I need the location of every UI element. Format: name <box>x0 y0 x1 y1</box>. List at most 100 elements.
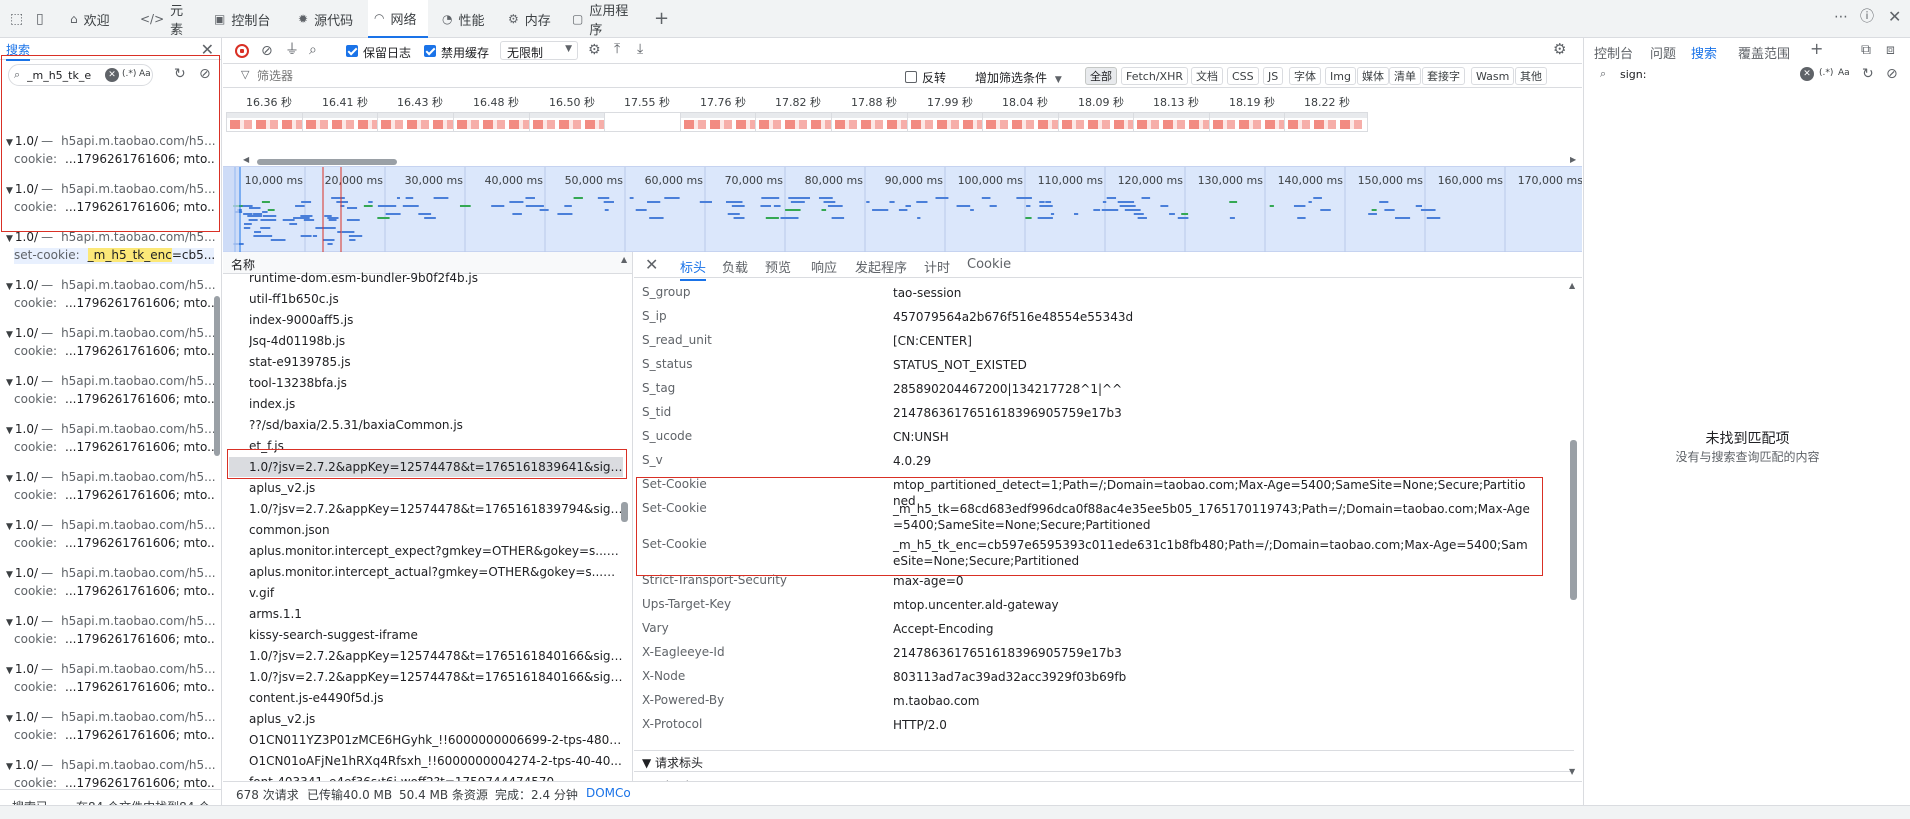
disable-cache-checkbox[interactable] <box>424 44 436 58</box>
preserve-log-checkbox[interactable] <box>346 44 358 58</box>
request-row[interactable]: aplus.monitor.intercept_expect?gmkey=OTH… <box>249 541 623 561</box>
search-result-file[interactable]: ▼1.0/— h5api.m.taobao.com/h5... <box>6 182 216 198</box>
filmstrip-scroll-thumb[interactable] <box>257 159 397 165</box>
type-filter-10[interactable]: Wasm <box>1471 67 1515 85</box>
type-filter-1[interactable]: Fetch/XHR <box>1121 67 1188 85</box>
request-row[interactable]: O1CN01oAFjNe1hRXq4Rfsxh_!!6000000004274-… <box>249 751 623 771</box>
type-filter-7[interactable]: 媒体 <box>1357 67 1389 85</box>
type-filter-3[interactable]: CSS <box>1227 67 1259 85</box>
filmstrip-thumbnail[interactable] <box>831 112 915 132</box>
request-row[interactable]: aplus.monitor.intercept_actual?gmkey=OTH… <box>249 562 623 582</box>
more-filters-dropdown[interactable]: 增加筛选条件 ▼ <box>975 69 1062 86</box>
filmstrip-scrollbar[interactable]: ◀ ▶ <box>243 156 1583 166</box>
close-detail-icon[interactable]: ✕ <box>645 255 658 274</box>
expand-triangle-icon[interactable]: ▼ <box>6 762 13 772</box>
inspect-element-icon[interactable]: ⬚ <box>10 12 23 26</box>
tab-6[interactable]: ⚙ 内存 <box>502 0 558 38</box>
invert-checkbox[interactable] <box>905 70 917 84</box>
filmstrip-thumbnail[interactable] <box>1209 112 1293 132</box>
detail-tab-5[interactable]: 计时 <box>924 257 950 276</box>
scroll-down-icon[interactable]: ▼ <box>1569 768 1575 776</box>
search-result-file[interactable]: ▼1.0/— h5api.m.taobao.com/h5... <box>6 614 216 630</box>
expand-triangle-icon[interactable]: ▼ <box>6 666 13 676</box>
expand-triangle-icon[interactable]: ▼ <box>6 474 13 484</box>
scroll-up-icon[interactable]: ▲ <box>621 256 627 264</box>
expand-triangle-icon[interactable]: ▼ <box>6 378 13 388</box>
search-result-match[interactable]: cookie: ...1796261761606; mto... <box>14 392 214 408</box>
filmstrip-thumbnail[interactable] <box>755 112 839 132</box>
expand-triangle-icon[interactable]: ▼ <box>6 426 13 436</box>
expand-triangle-icon[interactable]: ▼ <box>6 282 13 292</box>
expand-triangle-icon[interactable]: ▼ <box>6 714 13 724</box>
tab-3[interactable]: ✹ 源代码 <box>292 0 362 38</box>
search-results-scrollbar[interactable] <box>214 296 220 456</box>
dock-side-icon[interactable]: ⧉ <box>1861 43 1871 57</box>
filmstrip-thumbnail[interactable] <box>226 112 310 132</box>
tab-0[interactable]: ⌂ 欢迎 <box>64 0 124 38</box>
search-result-match[interactable]: cookie: ...1796261761606; mto... <box>14 440 214 456</box>
type-filter-9[interactable]: 套接字 <box>1422 67 1465 85</box>
detail-tab-4[interactable]: 发起程序 <box>855 257 907 276</box>
device-toolbar-icon[interactable]: ▯ <box>36 12 44 26</box>
close-icon[interactable]: ✕ <box>201 40 214 59</box>
type-filter-4[interactable]: JS <box>1263 67 1284 85</box>
clear-log-icon[interactable]: ⊘ <box>261 44 273 58</box>
expand-triangle-icon[interactable]: ▼ <box>6 570 13 580</box>
tab-5[interactable]: ◔ 性能 <box>436 0 494 38</box>
request-row[interactable]: content.js-e4490f5d.js <box>249 688 623 708</box>
search-result-match-selected[interactable]: set-cookie: _m_h5_tk_enc=cb5... <box>14 248 214 264</box>
search-result-file[interactable]: ▼1.0/— h5api.m.taobao.com/h5... <box>6 662 216 678</box>
search-result-match[interactable]: cookie: ...1796261761606; mto... <box>14 344 214 360</box>
expand-triangle-icon[interactable]: ▼ <box>6 618 13 628</box>
refresh-icon[interactable]: ↻ <box>174 67 186 81</box>
import-har-icon[interactable]: ⤒ <box>614 42 620 56</box>
refresh-icon[interactable]: ↻ <box>1862 67 1874 81</box>
record-button[interactable] <box>235 44 249 58</box>
drawer-tab-0[interactable]: 控制台 <box>1594 43 1633 62</box>
expand-triangle-icon[interactable]: ▼ <box>6 138 13 148</box>
search-result-file[interactable]: ▼1.0/— h5api.m.taobao.com/h5... <box>6 470 216 486</box>
clear-search-icon[interactable]: ✕ <box>105 68 119 82</box>
search-result-match[interactable]: cookie: ...1796261761606; mto... <box>14 584 214 600</box>
tab-2[interactable]: ▣ 控制台 <box>208 0 282 38</box>
request-row[interactable]: aplus_v2.js <box>249 478 623 498</box>
type-filter-5[interactable]: 字体 <box>1289 67 1321 85</box>
search-result-file[interactable]: ▼1.0/— h5api.m.taobao.com/h5... <box>6 230 216 246</box>
filmstrip-thumbnail[interactable] <box>1284 112 1368 132</box>
search-result-match[interactable]: cookie: ...1796261761606; mto... <box>14 680 214 696</box>
request-row[interactable]: common.json <box>249 520 623 540</box>
drawer-tab-2[interactable]: 搜索 <box>1691 43 1717 62</box>
match-case-toggle[interactable]: Aa <box>139 69 151 79</box>
type-filter-11[interactable]: 其他 <box>1515 67 1547 85</box>
request-row[interactable]: 1.0/?jsv=2.7.2&appKey=12574478&t=1765161… <box>249 499 623 519</box>
filmstrip-thumbnail[interactable] <box>302 112 386 132</box>
detail-tab-3[interactable]: 响应 <box>811 257 837 276</box>
filmstrip-thumbnail[interactable] <box>529 112 613 132</box>
request-row[interactable]: index.js <box>249 394 623 414</box>
search-result-match[interactable]: cookie: ...1796261761606; mto... <box>14 536 214 552</box>
search-input[interactable] <box>27 68 97 83</box>
request-row[interactable]: util-ff1b650c.js <box>249 289 623 309</box>
close-devtools-icon[interactable]: ✕ <box>1888 9 1901 25</box>
search-result-file[interactable]: ▼1.0/— h5api.m.taobao.com/h5... <box>6 566 216 582</box>
regex-toggle[interactable]: (.*) <box>1819 68 1833 78</box>
drawer-tab-3[interactable]: 覆盖范围 <box>1738 43 1790 62</box>
overview-range-handle[interactable] <box>223 167 239 253</box>
detail-tab-6[interactable]: Cookie <box>967 257 1011 272</box>
filmstrip-thumbnail[interactable] <box>604 112 688 132</box>
request-row[interactable]: arms.1.1 <box>249 604 623 624</box>
tab-4[interactable]: ◠ 网络 <box>368 0 428 38</box>
search-icon[interactable]: ⌕ <box>309 43 317 57</box>
request-row[interactable]: font-403341_e4ef36s:t6i.woff2?t=17597444… <box>249 772 623 781</box>
search-result-file[interactable]: ▼1.0/— h5api.m.taobao.com/h5... <box>6 710 216 726</box>
search-result-file[interactable]: ▼1.0/— h5api.m.taobao.com/h5... <box>6 326 216 342</box>
drawer-close-icon[interactable]: ⧈ <box>1886 43 1895 57</box>
search-result-match[interactable]: cookie: ...1796261761606; mto... <box>14 296 214 312</box>
filmstrip-thumbnail[interactable] <box>453 112 537 132</box>
throttle-select[interactable]: 无限制 ▼ <box>500 41 578 60</box>
type-filter-6[interactable]: Img <box>1325 67 1356 85</box>
request-row[interactable]: kissy-search-suggest-iframe <box>249 625 623 645</box>
expand-triangle-icon[interactable]: ▼ <box>6 330 13 340</box>
network-conditions-icon[interactable]: ⚙ <box>588 43 601 57</box>
search-panel-tab[interactable]: 搜索 <box>6 41 31 61</box>
